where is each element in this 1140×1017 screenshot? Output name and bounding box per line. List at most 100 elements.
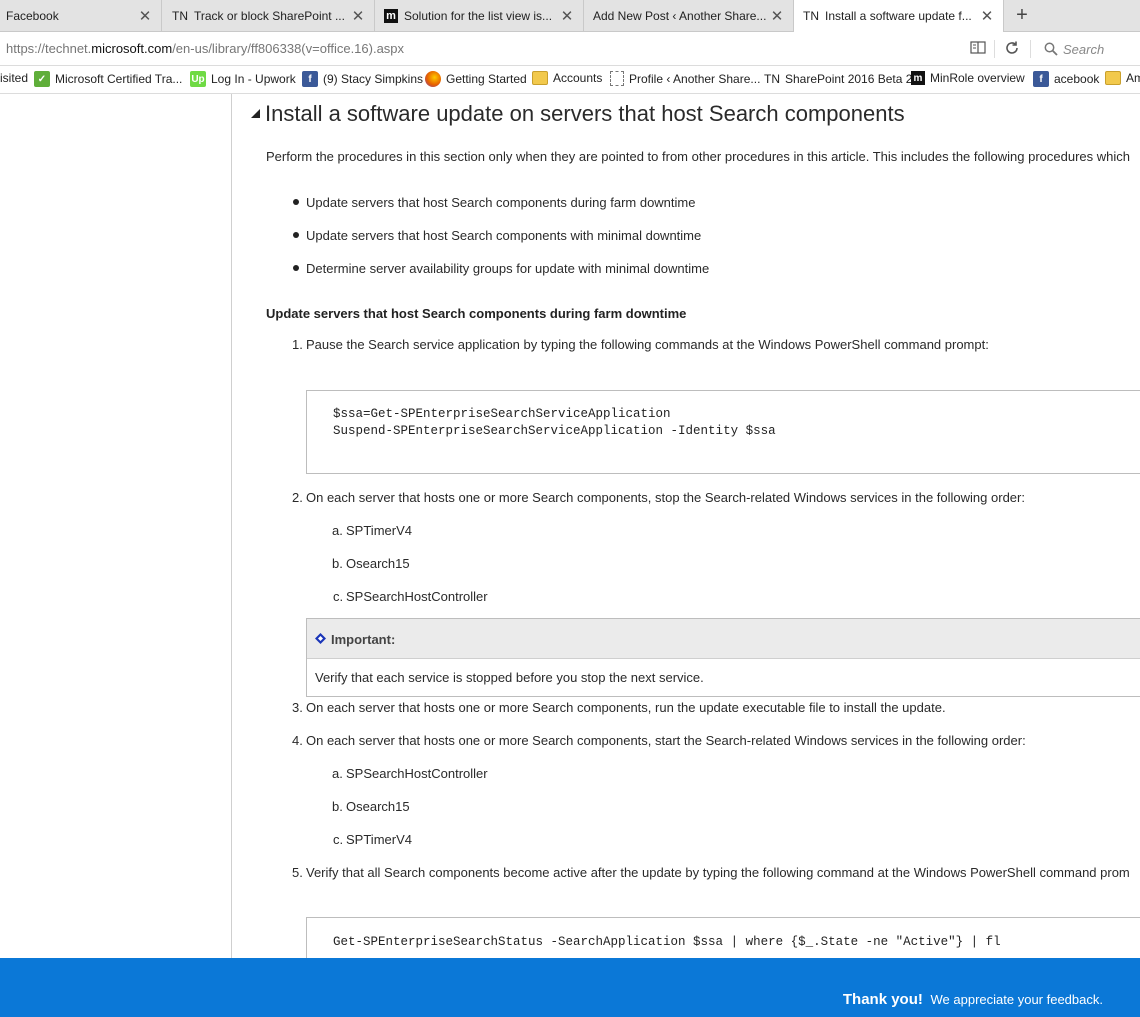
tab-label: Solution for the list view is...	[404, 8, 553, 23]
bookmark-folder[interactable]: Am	[1105, 71, 1140, 85]
list-letter: c.	[333, 589, 344, 604]
url-field[interactable]: https://technet.microsoft.com/en-us/libr…	[6, 41, 404, 56]
alert-header: Important:	[307, 619, 1140, 659]
upwork-icon: Up	[190, 71, 206, 87]
service-name: SPSearchHostController	[346, 589, 488, 604]
subsection-title: Update servers that host Search componen…	[266, 306, 687, 321]
feedback-thanks: Thank you!	[842, 991, 923, 1008]
bookmark-label: isited	[0, 71, 29, 85]
facebook-icon: f	[1033, 71, 1049, 87]
bookmark-most-visited[interactable]: isited	[0, 71, 28, 85]
step-number: 4.	[292, 733, 303, 748]
alert-body: Verify that each service is stopped befo…	[315, 670, 704, 685]
bookmark-label: Accounts	[553, 71, 603, 85]
procedure-link[interactable]: Update servers that host Search componen…	[306, 228, 701, 243]
new-tab-plus-icon[interactable]: +	[1010, 0, 1034, 31]
step-text: On each server that hosts one or more Se…	[306, 700, 946, 715]
tab-strip: Facebook ✕ TN Track or block SharePoint …	[0, 0, 1140, 32]
m-icon: m	[911, 71, 925, 85]
tab-install-update[interactable]: TN Install a software update f... ✕	[794, 0, 1004, 32]
bookmark-getting-started[interactable]: Getting Started	[425, 71, 527, 87]
search-input[interactable]: Search	[1036, 37, 1140, 61]
code-line: $ssa=Get-SPEnterpriseSearchServiceApplic…	[333, 407, 671, 421]
reload-icon[interactable]	[1004, 40, 1020, 56]
close-icon[interactable]: ✕	[137, 8, 153, 25]
url-prefix: https://technet.	[6, 41, 92, 56]
url-domain: microsoft.com	[91, 41, 173, 56]
step-text: On each server that hosts one or more Se…	[306, 490, 1025, 505]
intro-paragraph: Perform the procedures in this section o…	[266, 149, 1130, 164]
bookmark-label: MinRole overview	[930, 71, 1025, 85]
service-name: SPTimerV4	[346, 523, 412, 538]
feedback-text: We appreciate your feedback.	[930, 992, 1103, 1007]
tab-solution-list-view[interactable]: m Solution for the list view is... ✕	[375, 0, 584, 31]
step-number: 1.	[292, 337, 303, 352]
service-name: SPTimerV4	[346, 832, 412, 847]
close-icon[interactable]: ✕	[979, 8, 995, 25]
important-diamond-icon	[315, 633, 326, 644]
reading-view-icon[interactable]	[970, 41, 986, 54]
bookmark-label: Profile ‹ Another Share...	[629, 71, 761, 86]
bookmark-accounts[interactable]: Accounts	[532, 71, 602, 85]
service-name: Osearch15	[346, 556, 410, 571]
bookmark-microsoft-certified[interactable]: ✓ Microsoft Certified Tra...	[34, 71, 182, 87]
left-navigation-pane	[0, 94, 232, 958]
procedure-link[interactable]: Update servers that host Search componen…	[306, 195, 695, 210]
bookmark-profile[interactable]: Profile ‹ Another Share...	[610, 71, 760, 86]
tab-add-new-post[interactable]: Add New Post ‹ Another Share... ✕	[584, 0, 794, 31]
tab-label: Install a software update f...	[825, 9, 972, 23]
facebook-icon: f	[302, 71, 318, 87]
collapse-triangle-icon[interactable]	[251, 109, 260, 118]
service-name: SPSearchHostController	[346, 766, 488, 781]
bookmark-sharepoint-2016[interactable]: TN SharePoint 2016 Beta 2	[764, 71, 912, 87]
code-line: Get-SPEnterpriseSearchStatus -SearchAppl…	[333, 935, 1001, 949]
search-placeholder: Search	[1063, 42, 1105, 57]
tab-label: Add New Post ‹ Another Share...	[593, 8, 767, 23]
step-number: 2.	[292, 490, 303, 505]
bullet-dot	[293, 265, 299, 271]
tn-icon: TN	[764, 72, 780, 86]
step-text: Verify that all Search components become…	[306, 865, 1130, 880]
bookmark-label: (9) Stacy Simpkins	[323, 72, 424, 86]
tab-facebook[interactable]: Facebook ✕	[0, 0, 162, 31]
feedback-message: Thank you! We appreciate your feedback.	[843, 991, 1103, 1008]
close-icon[interactable]: ✕	[559, 8, 575, 25]
step-number: 5.	[292, 865, 303, 880]
feedback-banner: Thank you! We appreciate your feedback.	[0, 958, 1140, 1017]
close-icon[interactable]: ✕	[769, 8, 785, 25]
important-alert: Important: Verify that each service is s…	[306, 618, 1140, 697]
bookmark-label: Getting Started	[446, 72, 527, 86]
address-bar: https://technet.microsoft.com/en-us/libr…	[0, 32, 1140, 66]
certificate-icon: ✓	[34, 71, 50, 87]
bookmark-label: Microsoft Certified Tra...	[55, 72, 183, 86]
procedure-link[interactable]: Determine server availability groups for…	[306, 261, 709, 276]
bullet-dot	[293, 232, 299, 238]
bullet-dot	[293, 199, 299, 205]
close-icon[interactable]: ✕	[350, 8, 366, 25]
bookmark-stacy-simpkins[interactable]: f (9) Stacy Simpkins	[302, 71, 423, 87]
code-line: Suspend-SPEnterpriseSearchServiceApplica…	[333, 424, 776, 438]
tn-icon: TN	[172, 8, 188, 23]
separator	[994, 40, 995, 58]
bookmark-facebook[interactable]: f acebook	[1033, 71, 1099, 87]
tab-track-or-block[interactable]: TN Track or block SharePoint ... ✕	[162, 0, 375, 31]
list-letter: b.	[332, 556, 343, 571]
section-title: Install a software update on servers tha…	[265, 101, 905, 126]
separator	[1030, 40, 1031, 58]
list-letter: a.	[332, 766, 343, 781]
url-path: /en-us/library/ff806338(v=office.16).asp…	[172, 41, 405, 56]
step-text: Pause the Search service application by …	[306, 337, 989, 352]
bookmark-upwork[interactable]: Up Log In - Upwork	[190, 71, 296, 87]
code-block[interactable]: $ssa=Get-SPEnterpriseSearchServiceApplic…	[306, 390, 1140, 474]
list-letter: b.	[332, 799, 343, 814]
page-icon	[610, 71, 624, 86]
bookmarks-bar: isited ✓ Microsoft Certified Tra... Up L…	[0, 66, 1140, 94]
bookmark-minrole[interactable]: m MinRole overview	[911, 71, 1025, 85]
bookmark-label: SharePoint 2016 Beta 2	[785, 72, 913, 86]
alert-title: Important:	[331, 632, 396, 647]
firefox-icon	[425, 71, 441, 87]
tn-icon: TN	[803, 9, 819, 23]
bookmark-label: Am	[1126, 71, 1140, 85]
list-letter: c.	[333, 832, 344, 847]
code-block[interactable]: Get-SPEnterpriseSearchStatus -SearchAppl…	[306, 917, 1140, 958]
